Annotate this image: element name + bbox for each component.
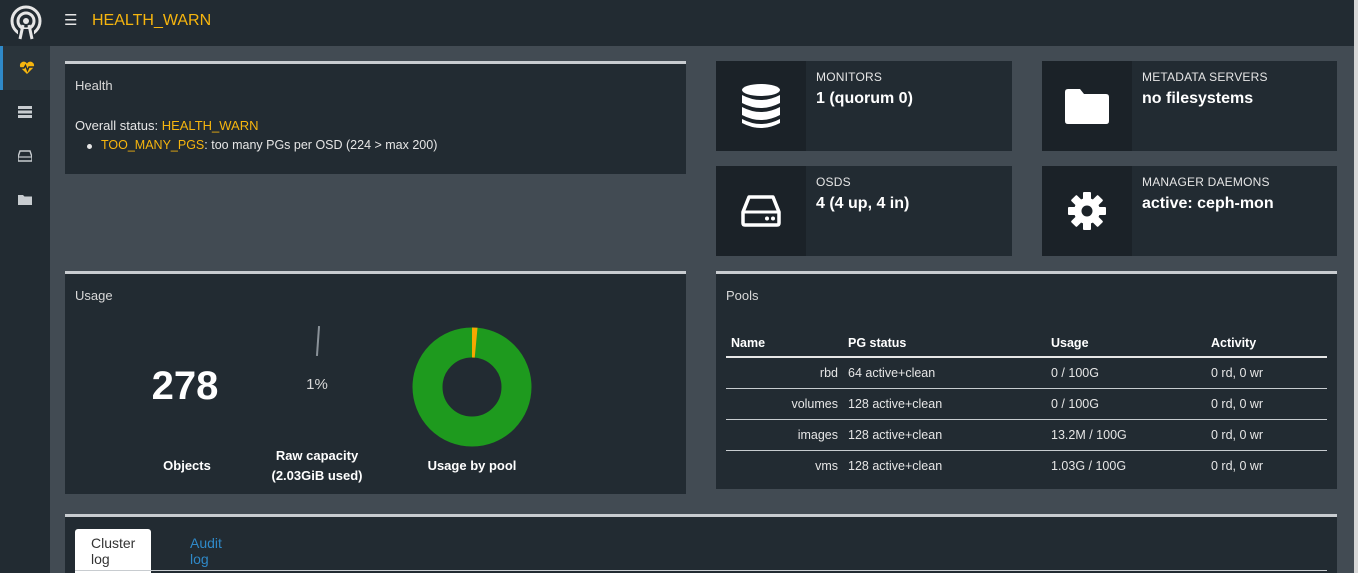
pool-name: vms <box>815 458 838 473</box>
pool-activity: 0 rd, 0 wr <box>1211 458 1264 473</box>
hard-drive-icon <box>741 195 781 227</box>
pool-name: rbd <box>726 357 843 389</box>
overall-status-value: HEALTH_WARN <box>161 118 259 133</box>
heartbeat-icon <box>19 61 34 74</box>
objects-count: 278 <box>151 364 219 408</box>
health-panel-title: Health <box>75 78 113 93</box>
pool-activity: 0 rd, 0 wr <box>1206 419 1327 451</box>
folder-icon <box>1065 89 1109 124</box>
ceph-logo-icon[interactable] <box>8 5 44 41</box>
overall-status: Overall status: HEALTH_WARN <box>75 118 259 133</box>
raw-capacity-percent: 1% <box>306 376 328 393</box>
pool-usage: 0 / 100G <box>1046 357 1206 389</box>
overall-status-label: Overall status: <box>75 118 162 133</box>
pool-pg-status: 128 active+clean <box>843 388 1046 420</box>
usage-by-pool-label: Usage by pool <box>427 458 517 473</box>
usage-panel-title: Usage <box>75 288 113 303</box>
osds-card[interactable]: OSDS 4 (4 up, 4 in) <box>716 166 1012 256</box>
pool-name: volumes <box>726 388 843 420</box>
pool-pg-status: 128 active+clean <box>848 458 943 473</box>
logs-panel: Cluster log Audit log <box>65 514 1337 573</box>
manager-daemons-label: MANAGER DAEMONS <box>1142 175 1270 189</box>
raw-capacity-gauge <box>315 325 321 357</box>
table-row: vms 128 active+clean 1.03G / 100G 0 rd, … <box>726 450 1327 481</box>
sidebar <box>0 46 50 573</box>
table-row: volumes 128 active+clean 0 / 100G 0 rd, … <box>726 388 1327 420</box>
health-check-code: TOO_MANY_PGS <box>101 138 205 152</box>
pool-usage: 13.2M / 100G <box>1046 419 1206 451</box>
pool-activity: 0 rd, 0 wr <box>1206 388 1327 420</box>
usage-by-pool-donut[interactable] <box>412 327 532 447</box>
table-row: rbd 64 active+clean 0 / 100G 0 rd, 0 wr <box>726 357 1327 389</box>
pools-panel-title: Pools <box>726 288 759 303</box>
col-name[interactable]: Name <box>726 330 843 358</box>
monitors-card[interactable]: MONITORS 1 (quorum 0) <box>716 61 1012 151</box>
tab-divider <box>75 570 1327 571</box>
pool-usage: 0 / 100G <box>1046 388 1206 420</box>
page-scrollbar[interactable] <box>1354 0 1358 573</box>
table-row: images 128 active+clean 13.2M / 100G 0 r… <box>726 419 1327 451</box>
monitors-label: MONITORS <box>816 70 883 84</box>
monitors-value: 1 (quorum 0) <box>816 90 913 107</box>
pools-table: Name PG status Usage Activity rbd 64 act… <box>726 330 1327 481</box>
manager-daemons-value: active: ceph-mon <box>1142 195 1274 212</box>
sidebar-item-health[interactable] <box>0 46 50 90</box>
database-icon <box>742 84 780 128</box>
sidebar-item-filesystems[interactable] <box>0 178 50 222</box>
sidebar-item-servers[interactable] <box>0 90 50 134</box>
pools-table-header: Name PG status Usage Activity <box>726 330 1327 358</box>
pools-panel: Pools Name PG status Usage Activity rbd … <box>716 271 1337 489</box>
health-check-message: : too many PGs per OSD (224 > max 200) <box>204 138 438 152</box>
hard-drive-icon <box>18 150 32 162</box>
sidebar-item-osds[interactable] <box>0 134 50 178</box>
tab-cluster-log[interactable]: Cluster log <box>75 529 152 573</box>
pool-pg-status: 64 active+clean <box>843 357 1046 389</box>
metadata-servers-label: METADATA SERVERS <box>1142 70 1268 84</box>
menu-toggle-icon[interactable]: ☰ <box>64 13 78 28</box>
col-usage[interactable]: Usage <box>1046 330 1206 358</box>
health-panel: Health Overall status: HEALTH_WARN TOO_M… <box>65 61 686 174</box>
pool-usage: 1.03G / 100G <box>1051 458 1127 473</box>
cluster-health-title: HEALTH_WARN <box>92 12 212 29</box>
top-bar: ☰ HEALTH_WARN <box>0 0 1358 46</box>
raw-capacity-label-line1: Raw capacity <box>275 448 359 463</box>
usage-panel: Usage 278 Objects 1% Raw capacity (2.03G… <box>65 271 686 494</box>
tab-audit-log[interactable]: Audit log <box>174 529 238 573</box>
metadata-servers-card[interactable]: METADATA SERVERS no filesystems <box>1042 61 1337 151</box>
raw-capacity-label: Raw capacity (2.03GiB used) <box>257 446 377 486</box>
osds-label: OSDS <box>816 175 851 189</box>
server-list-icon <box>18 106 32 118</box>
osds-value: 4 (4 up, 4 in) <box>816 195 910 212</box>
col-activity[interactable]: Activity <box>1206 330 1327 358</box>
manager-daemons-card[interactable]: MANAGER DAEMONS active: ceph-mon <box>1042 166 1337 256</box>
metadata-servers-value: no filesystems <box>1142 90 1254 107</box>
folder-icon <box>18 195 32 205</box>
objects-label: Objects <box>163 458 211 473</box>
pool-pg-status: 128 active+clean <box>843 419 1046 451</box>
raw-capacity-label-line2: (2.03GiB used) <box>271 468 363 483</box>
gear-icon <box>1068 192 1106 230</box>
health-check-item: TOO_MANY_PGS: too many PGs per OSD (224 … <box>86 138 438 152</box>
pool-activity: 0 rd, 0 wr <box>1206 357 1327 389</box>
pool-name: images <box>726 419 843 451</box>
col-pg-status[interactable]: PG status <box>843 330 1046 358</box>
